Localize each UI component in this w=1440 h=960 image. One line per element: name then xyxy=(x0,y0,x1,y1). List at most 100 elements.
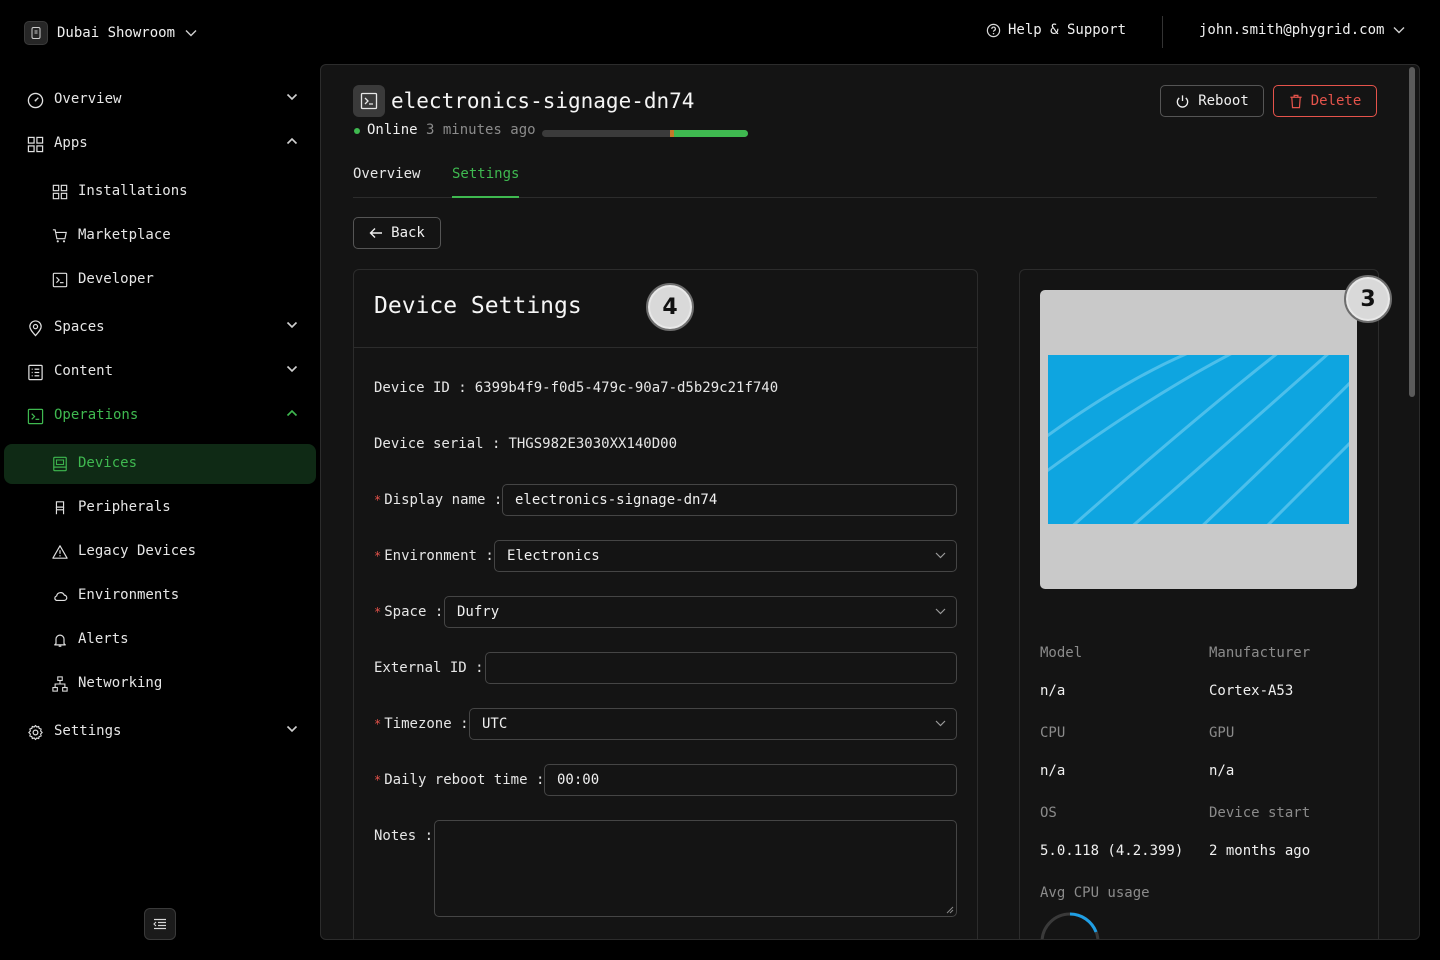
chevron-down-icon xyxy=(935,608,946,615)
device-serial-value: THGS982E3030XX140D00 xyxy=(508,436,678,452)
sidebar-item-label: Devices xyxy=(78,455,138,471)
sidebar-item-label: Peripherals xyxy=(78,499,171,515)
sidebar-item-overview[interactable]: Overview xyxy=(4,80,316,120)
notes-row: Notes : xyxy=(374,828,434,844)
sidebar-item-settings[interactable]: Settings xyxy=(4,712,316,752)
sidebar-item-label: Operations xyxy=(54,407,139,423)
terminal-icon xyxy=(52,272,69,289)
daily-reboot-time-input[interactable]: 00:00 xyxy=(544,764,957,796)
sidebar-item-label: Settings xyxy=(54,723,122,739)
page-title: electronics-signage-dn74 xyxy=(391,89,695,113)
org-name: Dubai Showroom xyxy=(57,25,176,41)
chevron-down-icon xyxy=(286,365,298,373)
help-circle-icon xyxy=(986,23,1001,38)
delete-label: Delete xyxy=(1310,93,1362,109)
required-marker: * xyxy=(374,605,382,619)
online-status-dot xyxy=(354,128,360,134)
sidebar-item-legacy-devices[interactable]: Legacy Devices xyxy=(4,532,316,572)
top-bar: Dubai Showroom Help & Support john.smith… xyxy=(0,0,1440,64)
terminal-icon xyxy=(353,85,385,117)
sidebar-item-devices[interactable]: Devices xyxy=(4,444,316,484)
tab-bar: Overview Settings xyxy=(353,157,1377,198)
sidebar-item-label: Overview xyxy=(54,91,122,107)
sidebar-item-networking[interactable]: Networking xyxy=(4,664,316,704)
chevron-up-icon xyxy=(286,137,298,145)
device-settings-card: Device Settings 4 Device ID : 6399b4f9-f… xyxy=(353,269,978,939)
device-id-value: 6399b4f9-f0d5-479c-90a7-d5b29c21f740 xyxy=(474,380,779,396)
sidebar: Overview Apps Installations Marketplace … xyxy=(0,64,320,960)
help-support-link[interactable]: Help & Support xyxy=(986,22,1126,38)
reboot-label: Reboot xyxy=(1198,93,1249,109)
terminal-icon xyxy=(27,408,44,425)
required-marker: * xyxy=(374,549,382,563)
cloud-icon xyxy=(52,588,69,605)
resize-handle-icon[interactable] xyxy=(946,906,954,914)
avg-cpu-gauge xyxy=(1040,912,1100,939)
chevron-down-icon xyxy=(286,725,298,733)
network-icon xyxy=(52,676,69,693)
environment-row: * Environment : xyxy=(374,548,494,564)
sidebar-item-apps[interactable]: Apps xyxy=(4,124,316,164)
notes-textarea[interactable] xyxy=(434,820,957,917)
display-name-label: Display name xyxy=(384,492,486,508)
collapse-menu-icon xyxy=(153,918,167,930)
os-value: 5.0.118 (4.2.399) xyxy=(1040,843,1184,859)
environment-label: Environment xyxy=(384,548,477,564)
sidebar-item-marketplace[interactable]: Marketplace xyxy=(4,216,316,256)
collapse-sidebar-button[interactable] xyxy=(144,908,176,940)
uptime-bar xyxy=(542,130,748,137)
device-id-row: Device ID : 6399b4f9-f0d5-479c-90a7-d5b2… xyxy=(374,380,779,396)
sidebar-item-developer[interactable]: Developer xyxy=(4,260,316,300)
step-badge: 3 xyxy=(1344,275,1392,323)
manufacturer-label: Manufacturer xyxy=(1209,645,1311,661)
warning-triangle-icon xyxy=(52,544,69,561)
sidebar-item-installations[interactable]: Installations xyxy=(4,172,316,212)
timezone-value: UTC xyxy=(482,716,508,732)
notes-label: Notes xyxy=(374,828,417,844)
uptime-bar-online-segment xyxy=(674,130,748,137)
timezone-select[interactable]: UTC xyxy=(469,708,957,740)
daily-reboot-row: * Daily reboot time : xyxy=(374,772,545,788)
space-select[interactable]: Dufry xyxy=(444,596,957,628)
device-serial-row: Device serial : THGS982E3030XX140D00 xyxy=(374,436,678,452)
arrow-left-icon xyxy=(369,227,391,239)
gear-icon xyxy=(27,724,44,741)
sidebar-item-spaces[interactable]: Spaces xyxy=(4,308,316,348)
back-label: Back xyxy=(391,225,425,241)
avg-cpu-label: Avg CPU usage xyxy=(1040,885,1150,901)
device-screenshot-preview[interactable] xyxy=(1040,290,1357,589)
tab-settings[interactable]: Settings xyxy=(452,166,520,198)
org-switcher[interactable]: Dubai Showroom xyxy=(24,20,197,46)
delete-button[interactable]: Delete xyxy=(1273,85,1377,117)
back-button[interactable]: Back xyxy=(353,217,441,249)
gpu-label: GPU xyxy=(1209,725,1235,741)
sidebar-item-peripherals[interactable]: Peripherals xyxy=(4,488,316,528)
trash-icon xyxy=(1289,94,1311,109)
required-marker: * xyxy=(374,717,382,731)
display-name-input[interactable]: electronics-signage-dn74 xyxy=(502,484,957,516)
shopping-cart-icon xyxy=(52,228,69,245)
device-id-label: Device ID xyxy=(374,380,450,396)
chevron-down-icon xyxy=(286,321,298,329)
sidebar-item-operations[interactable]: Operations xyxy=(4,396,316,436)
timezone-label: Timezone xyxy=(384,716,452,732)
device-serial-label: Device serial xyxy=(374,436,484,452)
sidebar-item-label: Developer xyxy=(78,271,154,287)
sidebar-item-alerts[interactable]: Alerts xyxy=(4,620,316,660)
environment-select[interactable]: Electronics xyxy=(494,540,957,572)
sidebar-item-label: Spaces xyxy=(54,319,105,335)
card-header: Device Settings 4 xyxy=(354,270,977,348)
external-id-input[interactable] xyxy=(485,652,957,684)
last-seen-time: 3 minutes ago xyxy=(426,122,536,138)
topbar-divider xyxy=(1162,16,1163,48)
reboot-button[interactable]: Reboot xyxy=(1160,85,1264,117)
sidebar-item-content[interactable]: Content xyxy=(4,352,316,392)
sidebar-item-environments[interactable]: Environments xyxy=(4,576,316,616)
user-menu[interactable]: john.smith@phygrid.com xyxy=(1199,22,1405,38)
scrollbar-thumb[interactable] xyxy=(1409,67,1415,397)
tab-overview[interactable]: Overview xyxy=(353,166,420,198)
chevron-down-icon xyxy=(935,720,946,727)
sidebar-item-label: Legacy Devices xyxy=(78,543,197,559)
cpu-label: CPU xyxy=(1040,725,1066,741)
grid-icon xyxy=(52,184,69,201)
